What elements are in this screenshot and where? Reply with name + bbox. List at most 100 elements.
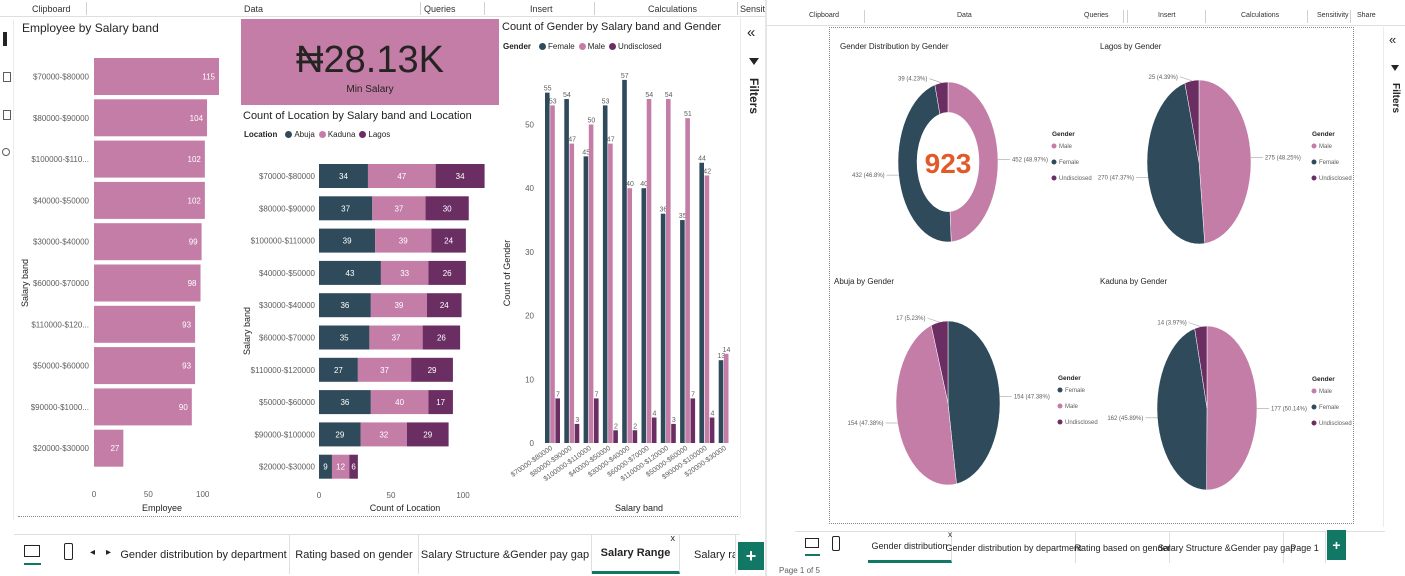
chart-title: Kaduna by Gender: [1100, 277, 1167, 286]
add-page-button[interactable]: +: [738, 542, 764, 570]
gender-bar-undisclosed: [574, 423, 580, 443]
prev-page-icon[interactable]: ◂: [90, 547, 95, 558]
bar-data-label: 27: [334, 366, 343, 375]
ribbon-group-clipboard[interactable]: Clipboard: [809, 12, 839, 19]
donut-center-value: 923: [925, 148, 972, 179]
legend-dot-undisclosed: [1057, 419, 1063, 425]
bar-data-label: 39: [343, 237, 352, 246]
tab-salary-range-copy[interactable]: Salary ran: [680, 535, 736, 574]
bar-data-label: 57: [621, 73, 629, 80]
filters-collapse-icon[interactable]: «: [1389, 32, 1396, 47]
bar-data-label: 24: [444, 237, 453, 246]
filters-pane[interactable]: « Filters: [740, 18, 765, 518]
ribbon-group-queries[interactable]: Queries: [1084, 12, 1109, 19]
tab-gender-distribution[interactable]: Gender distribution x: [868, 530, 952, 563]
bar-data-label: 14: [723, 347, 731, 354]
bar-data-label: 12: [336, 463, 345, 472]
gender-bar-undisclosed: [651, 417, 657, 443]
bar-data-label: 104: [190, 114, 204, 123]
y-tick-label: $20000-$30000: [33, 444, 90, 453]
filters-pane[interactable]: « Filters: [1383, 27, 1405, 527]
x-axis-title: Salary band: [615, 503, 663, 513]
add-page-button[interactable]: +: [1327, 530, 1346, 560]
legend-female: Female: [1319, 405, 1340, 411]
tab-label: Gender distribution: [871, 541, 948, 551]
y-tick-label: 0: [530, 439, 535, 448]
x-tick-label: 0: [92, 490, 97, 499]
legend-male: Male: [1319, 389, 1333, 395]
ribbon-group-clipboard[interactable]: Clipboard: [32, 4, 71, 14]
desktop-layout-icon[interactable]: [24, 545, 40, 557]
ribbon-group-calculations[interactable]: Calculations: [1241, 12, 1279, 19]
tab-salary-structure-gender-pay-gap[interactable]: Salary Structure &Gender pay gap: [1158, 532, 1295, 563]
slice-data-label: 177 (50.14%): [1271, 406, 1307, 412]
y-tick-label: $30000-$40000: [259, 301, 316, 310]
y-tick-label: $50000-$60000: [33, 362, 90, 371]
gender-chart-visual[interactable]: Count of Gender by Salary band and Gende…: [500, 18, 738, 516]
tab-gender-distribution-by-department[interactable]: Gender distribution by department: [118, 535, 290, 574]
pie-charts: Gender Distribution by Gender 452 (48.97%…: [834, 42, 1352, 491]
tab-salary-structure-gender-pay-gap[interactable]: Salary Structure &Gender pay gap: [419, 535, 592, 574]
slice-data-label: 275 (48.25%): [1265, 155, 1301, 161]
next-page-icon[interactable]: ▸: [106, 547, 111, 558]
ribbon-group-sensitivity[interactable]: Sensitivity: [1317, 12, 1349, 19]
x-tick-label: 100: [456, 491, 470, 500]
gender-bar-female: [564, 99, 569, 444]
y-tick-label: $100000-$110000: [251, 237, 316, 246]
ribbon-group-share[interactable]: Share: [1357, 12, 1376, 19]
bar-data-label: 27: [110, 444, 119, 453]
slice-data-label: 270 (47.37%): [1098, 176, 1134, 182]
table-view-icon[interactable]: [3, 72, 11, 82]
ribbon-group-sensitivity[interactable]: Sensitiv: [740, 4, 765, 14]
bar-data-label: 37: [392, 334, 401, 343]
tab-gender-distribution-by-department[interactable]: Gender distribution by department: [945, 532, 1082, 563]
legend-title: Gender: [1312, 376, 1335, 383]
legend-dot-female: [1311, 159, 1317, 165]
tab-rating-based-on-gender[interactable]: Rating based on gender: [290, 535, 419, 574]
tab-page-1[interactable]: Page 1: [1284, 532, 1326, 563]
legend-dot-female: [1051, 159, 1057, 165]
card-value: ₦28.13K: [296, 39, 444, 81]
tab-rating-based-on-gender[interactable]: Rating based on gender: [1074, 532, 1171, 563]
bar-data-label: 47: [397, 172, 406, 181]
dax-view-icon[interactable]: [2, 148, 10, 156]
mobile-layout-icon[interactable]: [64, 543, 73, 560]
gender-bar-male: [588, 124, 594, 443]
ribbon-group-data[interactable]: Data: [957, 12, 972, 19]
employee-bar: [94, 305, 196, 343]
gender-bar-undisclosed: [594, 398, 599, 443]
y-tick-label: $60000-$70000: [259, 334, 316, 343]
leader-line: [927, 317, 940, 323]
location-chart-visual[interactable]: Count of Location by Salary band and Loc…: [241, 106, 499, 516]
model-view-icon[interactable]: [3, 110, 11, 120]
filters-collapse-icon[interactable]: «: [747, 24, 755, 41]
bar-data-label: 30: [443, 204, 452, 213]
legend-title: Gender: [1058, 375, 1081, 382]
legend-female: Female: [1319, 160, 1340, 166]
bar-data-label: 50: [588, 118, 596, 125]
legend-dot-male: [1057, 403, 1063, 409]
bar-data-label: 26: [443, 269, 452, 278]
ribbon-group-queries[interactable]: Queries: [424, 4, 456, 14]
min-salary-card[interactable]: ₦28.13K Min Salary: [241, 19, 499, 105]
ribbon-group-insert[interactable]: Insert: [530, 4, 553, 14]
ribbon-group-data[interactable]: Data: [244, 4, 263, 14]
y-tick-label: $90000-$1000...: [31, 403, 89, 412]
y-tick-label: $80000-$90000: [33, 114, 90, 123]
tab-salary-range[interactable]: Salary Range x: [592, 533, 680, 574]
ribbon-group-calculations[interactable]: Calculations: [648, 4, 697, 14]
employee-bar: [94, 58, 219, 95]
x-tick-label: 0: [317, 491, 322, 500]
x-tick-label: 50: [144, 490, 153, 499]
ribbon-group-insert[interactable]: Insert: [1158, 12, 1176, 19]
card-label: Min Salary: [346, 84, 394, 95]
desktop-layout-icon[interactable]: [805, 538, 819, 548]
filters-label: Filters: [1390, 83, 1401, 114]
bar-data-label: 44: [698, 156, 706, 163]
bar-data-label: 35: [340, 334, 349, 343]
x-axis-title: Count of Location: [370, 503, 441, 513]
report-view-icon[interactable]: [3, 32, 7, 46]
mobile-layout-icon[interactable]: [832, 536, 840, 551]
close-tab-icon[interactable]: x: [671, 533, 676, 543]
employee-chart-visual[interactable]: Employee by Salary band 115 $70000-$80000…: [14, 18, 240, 516]
